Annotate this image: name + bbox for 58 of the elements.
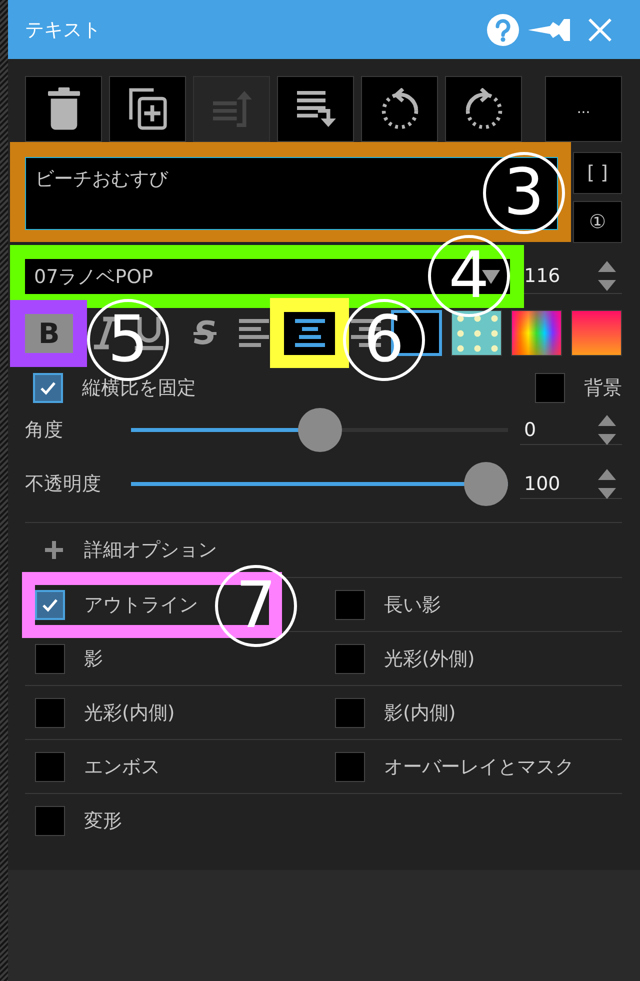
lines-down-arrow-icon <box>294 90 336 128</box>
send-backward-button[interactable] <box>277 76 354 142</box>
checkbox-label: 影(内側) <box>384 700 456 726</box>
delete-button[interactable] <box>25 76 102 142</box>
fill-swatch[interactable] <box>511 310 562 356</box>
plus-icon <box>45 541 63 559</box>
circled-one-button[interactable]: ① <box>573 201 622 243</box>
align-center-button[interactable] <box>284 312 335 354</box>
checkbox[interactable] <box>335 752 365 782</box>
close-icon[interactable] <box>588 18 612 42</box>
align-center-icon <box>294 318 324 348</box>
step-number: 3 <box>483 152 565 234</box>
copy-plus-icon <box>128 87 168 131</box>
align-left-icon <box>239 318 269 348</box>
checkbox-label: 光彩(外側) <box>384 646 475 672</box>
help-icon[interactable] <box>487 14 519 46</box>
checkbox-label: アウトライン <box>84 592 198 618</box>
lines-up-arrow-icon <box>210 90 252 128</box>
duplicate-button[interactable] <box>109 76 186 142</box>
window-title: テキスト <box>25 18 101 42</box>
value-field[interactable]: 0 <box>520 416 622 444</box>
slider-thumb[interactable] <box>298 408 342 452</box>
checkbox-label: 変形 <box>84 808 122 834</box>
expand-toggle[interactable]: 詳細オプション <box>45 537 217 563</box>
checkbox[interactable] <box>335 698 365 728</box>
font-size-field[interactable]: 116 <box>520 259 622 294</box>
checkbox[interactable] <box>35 698 65 728</box>
checkbox[interactable] <box>335 644 365 674</box>
trash-icon <box>48 87 80 131</box>
spinner-icon[interactable] <box>598 412 616 446</box>
checkbox[interactable] <box>335 590 365 620</box>
rotate-left-button[interactable] <box>361 76 438 142</box>
more-button[interactable]: ... <box>545 76 622 142</box>
checkbox-label: 背景 <box>584 376 622 401</box>
bold-button[interactable]: B <box>25 314 73 352</box>
checkbox-label: オーバーレイとマスク <box>384 754 574 780</box>
spinner-icon[interactable] <box>598 466 616 500</box>
slider-thumb[interactable] <box>464 462 508 506</box>
checkbox[interactable] <box>35 644 65 674</box>
checkbox[interactable] <box>33 373 63 403</box>
checkbox-label: エンボス <box>84 754 160 780</box>
spinner-icon[interactable] <box>598 259 616 293</box>
slider-label: 角度 <box>25 418 64 443</box>
fill-swatch[interactable] <box>571 310 622 356</box>
checkbox[interactable] <box>35 806 65 836</box>
strikethrough-button[interactable]: S <box>190 314 220 352</box>
bracket-button[interactable]: [ ] <box>573 152 622 194</box>
checkbox[interactable] <box>35 590 65 620</box>
checkbox-label: 長い影 <box>384 592 441 618</box>
checkbox[interactable] <box>35 752 65 782</box>
checkbox[interactable] <box>535 373 565 403</box>
checkbox-label: 影 <box>84 646 103 672</box>
pin-icon[interactable] <box>528 18 570 40</box>
rotate-right-button[interactable] <box>445 76 522 142</box>
fill-swatch[interactable] <box>451 310 502 356</box>
value-field[interactable]: 100 <box>520 470 622 498</box>
checkbox-label: 光彩(内側) <box>84 700 175 726</box>
slider-label: 不透明度 <box>25 472 102 497</box>
